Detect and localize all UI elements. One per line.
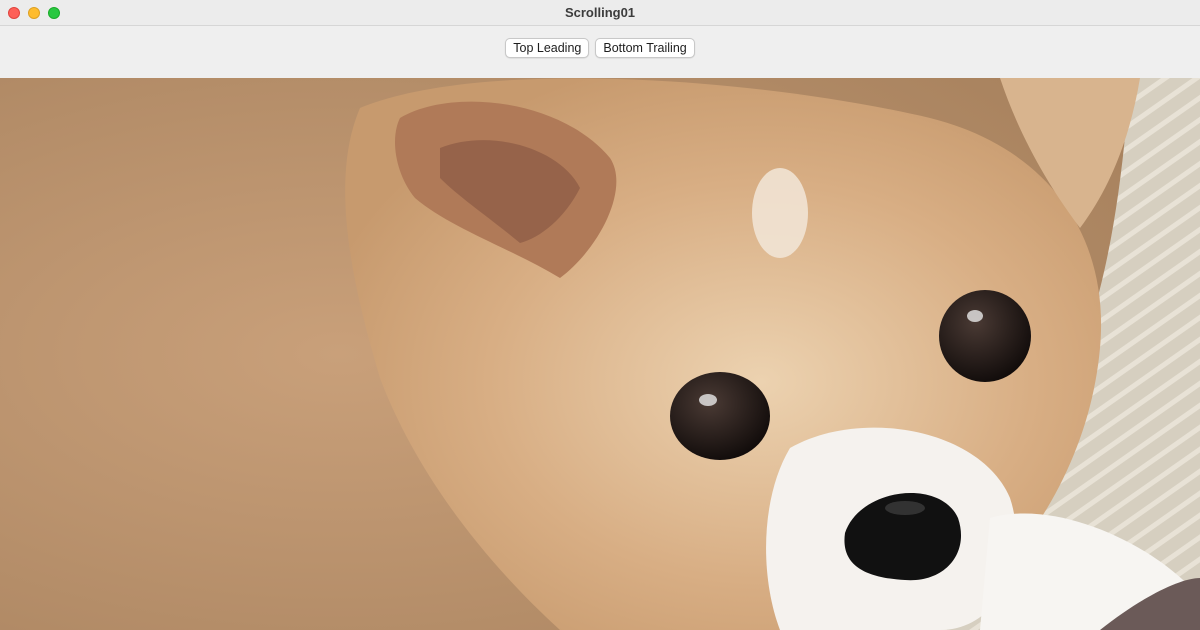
toolbar: Top Leading Bottom Trailing <box>0 27 1200 78</box>
bottom-trailing-button[interactable]: Bottom Trailing <box>595 38 695 58</box>
window-controls <box>8 7 60 19</box>
nose-highlight <box>885 501 925 515</box>
dog-photo <box>0 78 1200 630</box>
app-window: Scrolling01 Top Leading Bottom Trailing <box>0 0 1200 630</box>
top-leading-button[interactable]: Top Leading <box>505 38 590 58</box>
right-eye <box>939 290 1031 382</box>
minimize-icon[interactable] <box>28 7 40 19</box>
left-eye <box>670 372 770 460</box>
left-eye-glint <box>699 394 717 406</box>
maximize-icon[interactable] <box>48 7 60 19</box>
title-bar: Scrolling01 <box>0 0 1200 26</box>
scroll-view[interactable] <box>0 78 1200 630</box>
window-title: Scrolling01 <box>564 5 636 20</box>
forehead-blaze <box>752 168 808 258</box>
close-icon[interactable] <box>8 7 20 19</box>
right-eye-glint <box>967 310 983 322</box>
